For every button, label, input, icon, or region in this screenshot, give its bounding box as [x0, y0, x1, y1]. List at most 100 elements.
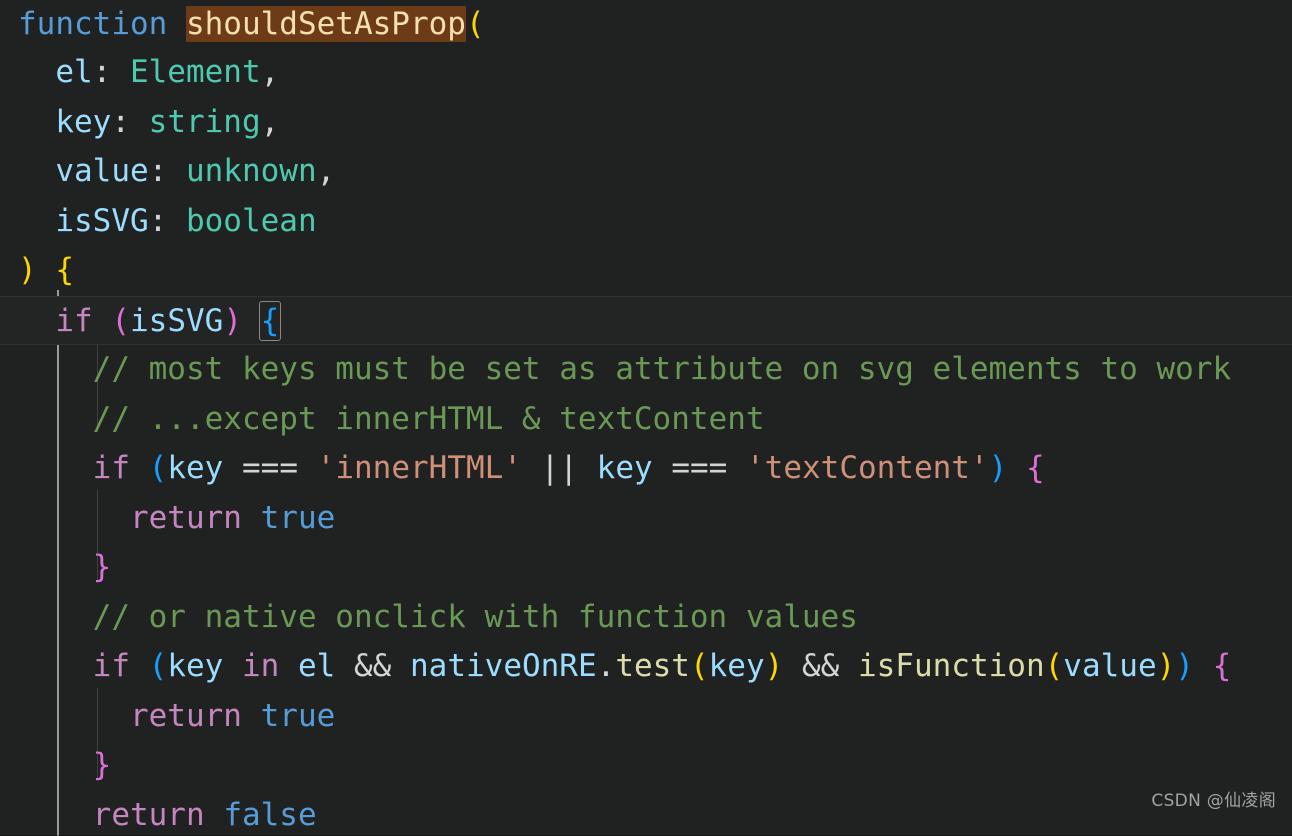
code-token: if	[55, 302, 93, 339]
code-token: boolean	[185, 202, 317, 239]
code-token: :	[148, 153, 186, 189]
code-token: false	[223, 796, 317, 833]
code-line[interactable]: return false	[0, 791, 1292, 836]
code-token: nativeOnRE	[410, 648, 597, 684]
code-token: (	[689, 648, 709, 684]
code-token: :	[92, 54, 130, 90]
code-token: (	[1044, 648, 1064, 684]
code-token: return	[129, 499, 242, 536]
code-token: {	[55, 252, 75, 288]
code-token: ===	[242, 450, 298, 486]
code-token: {	[1025, 450, 1045, 486]
code-token: )	[1175, 648, 1194, 684]
code-token: ,	[260, 103, 280, 140]
code-token: 'innerHTML'	[316, 450, 522, 486]
code-token: (	[148, 450, 168, 486]
code-token: &&	[354, 648, 392, 684]
code-line[interactable]: function shouldSetAsProp(	[0, 0, 1292, 48]
code-token: isSVG	[130, 302, 224, 339]
code-token: // ...except innerHTML & textContent	[18, 400, 765, 437]
code-token: ||	[540, 450, 578, 486]
code-token: &&	[801, 648, 840, 684]
code-token: if	[92, 450, 130, 486]
code-token: true	[260, 499, 336, 536]
code-line[interactable]: ) {	[0, 246, 1292, 296]
code-line[interactable]: return true	[0, 494, 1292, 544]
code-editor-viewport[interactable]: function shouldSetAsProp( el: Element, k…	[0, 0, 1292, 836]
code-token: ,	[316, 153, 336, 189]
code-line[interactable]: }	[0, 741, 1292, 791]
code-line[interactable]: // most keys must be set as attribute on…	[0, 345, 1292, 395]
code-line[interactable]: if (key in el && nativeOnRE.test(key) &&…	[0, 642, 1292, 692]
code-token: :	[148, 202, 186, 239]
code-line[interactable]: key: string,	[0, 98, 1292, 148]
code-token: )	[1156, 648, 1176, 684]
code-line[interactable]: }	[0, 543, 1292, 593]
code-line[interactable]: // or native onclick with function value…	[0, 593, 1292, 643]
code-token: ===	[671, 450, 728, 486]
code-content[interactable]: function shouldSetAsProp( el: Element, k…	[0, 0, 1292, 836]
code-token: {	[1212, 648, 1232, 684]
code-token: )	[988, 450, 1008, 486]
code-line[interactable]: if (isSVG) {	[0, 295, 1292, 345]
code-line[interactable]: // ...except innerHTML & textContent	[0, 395, 1292, 445]
code-token: ,	[260, 54, 280, 90]
csdn-watermark: CSDN @仙凌阁	[1151, 790, 1276, 811]
code-token: key	[708, 648, 765, 684]
code-line[interactable]: isSVG: boolean	[0, 197, 1292, 247]
code-token: shouldSetAsProp	[185, 6, 466, 42]
code-token: if	[92, 648, 130, 684]
code-token: key	[167, 450, 224, 486]
code-token: test	[615, 648, 690, 684]
code-line[interactable]: if (key === 'innerHTML' || key === 'text…	[0, 444, 1292, 494]
code-token: isSVG	[55, 202, 149, 239]
code-token: // most keys must be set as attribute on…	[18, 351, 1232, 387]
code-token: .	[596, 648, 616, 684]
code-token: unknown	[185, 153, 317, 189]
code-token: value	[55, 153, 149, 189]
bracket-match-highlight: {	[258, 300, 282, 341]
code-token: // or native onclick with function value…	[18, 598, 858, 635]
code-token: el	[55, 54, 93, 90]
code-token: key	[167, 648, 224, 684]
code-token: in	[242, 648, 280, 684]
code-token: string	[148, 103, 261, 140]
code-token: value	[1063, 648, 1157, 684]
code-line[interactable]: return true	[0, 692, 1292, 742]
code-token: el	[298, 648, 336, 684]
code-line[interactable]: value: unknown,	[0, 147, 1292, 197]
code-line[interactable]: el: Element,	[0, 48, 1292, 98]
code-token: }	[92, 549, 112, 585]
